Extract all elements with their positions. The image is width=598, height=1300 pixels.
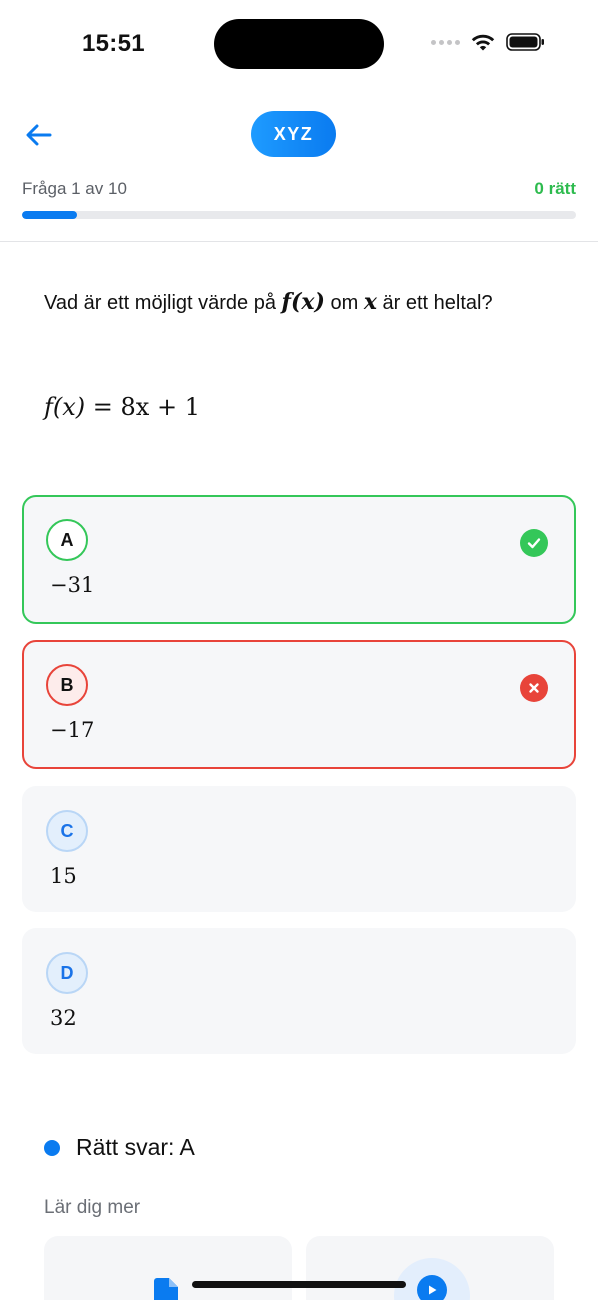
question-text-part: Vad är ett möjligt värde på	[44, 292, 282, 314]
progress-row: Fråga 1 av 10 0 rätt	[22, 177, 576, 201]
learn-more-heading: Lär dig mer	[44, 1197, 141, 1218]
status-time: 15:51	[82, 30, 145, 57]
play-icon	[417, 1275, 447, 1300]
status-bar: 15:51	[0, 0, 598, 90]
option-d[interactable]: D 32	[22, 928, 576, 1054]
question-text-part: är ett heltal?	[376, 292, 493, 314]
question-text-part: om	[324, 292, 364, 314]
wifi-icon	[471, 34, 495, 51]
battery-icon	[506, 33, 544, 51]
divider	[0, 241, 598, 242]
document-icon	[154, 1278, 178, 1300]
option-a[interactable]: A −31	[22, 495, 576, 624]
home-indicator[interactable]	[192, 1281, 406, 1288]
progress-bar	[22, 211, 576, 219]
back-button[interactable]	[22, 118, 56, 152]
play-button[interactable]	[394, 1258, 470, 1300]
formula-rhs: 8x + 1	[120, 393, 200, 421]
arrow-left-icon	[26, 124, 52, 146]
correct-count: 0 rätt	[534, 179, 576, 198]
option-value: −31	[50, 573, 95, 597]
option-letter: C	[46, 810, 88, 852]
dynamic-island	[214, 19, 384, 69]
question-math-fx: f(x)	[281, 289, 325, 315]
learn-more-document-card[interactable]	[44, 1236, 292, 1300]
function-formula: f(x) = 8x + 1	[44, 393, 200, 421]
question-math-x: x	[363, 289, 377, 315]
option-value: 32	[50, 1006, 77, 1030]
top-nav: XYZ	[0, 108, 598, 160]
answer-dot-icon	[44, 1139, 60, 1156]
option-value: −17	[50, 718, 95, 742]
status-icons	[431, 32, 546, 52]
option-letter: B	[46, 664, 88, 706]
formula-equals: =	[85, 393, 121, 421]
question-text: Vad är ett möjligt värde på f(x) om x är…	[44, 287, 564, 318]
checkmark-icon	[520, 529, 548, 557]
formula-lhs: f(x)	[44, 393, 86, 421]
progress-fill	[22, 211, 78, 219]
cellular-signal-icon	[431, 39, 460, 45]
brand-badge: XYZ	[251, 111, 336, 157]
option-c[interactable]: C 15	[22, 786, 576, 912]
option-value: 15	[50, 864, 77, 888]
correct-answer-text: Rätt svar: A	[76, 1134, 195, 1160]
option-letter: A	[46, 519, 88, 561]
question-counter: Fråga 1 av 10	[22, 179, 127, 198]
correct-answer-row: Rätt svar: A	[44, 1134, 195, 1161]
option-letter: D	[46, 952, 88, 994]
close-icon	[520, 674, 548, 702]
option-b[interactable]: B −17	[22, 640, 576, 769]
learn-more-video-card[interactable]	[306, 1236, 554, 1300]
